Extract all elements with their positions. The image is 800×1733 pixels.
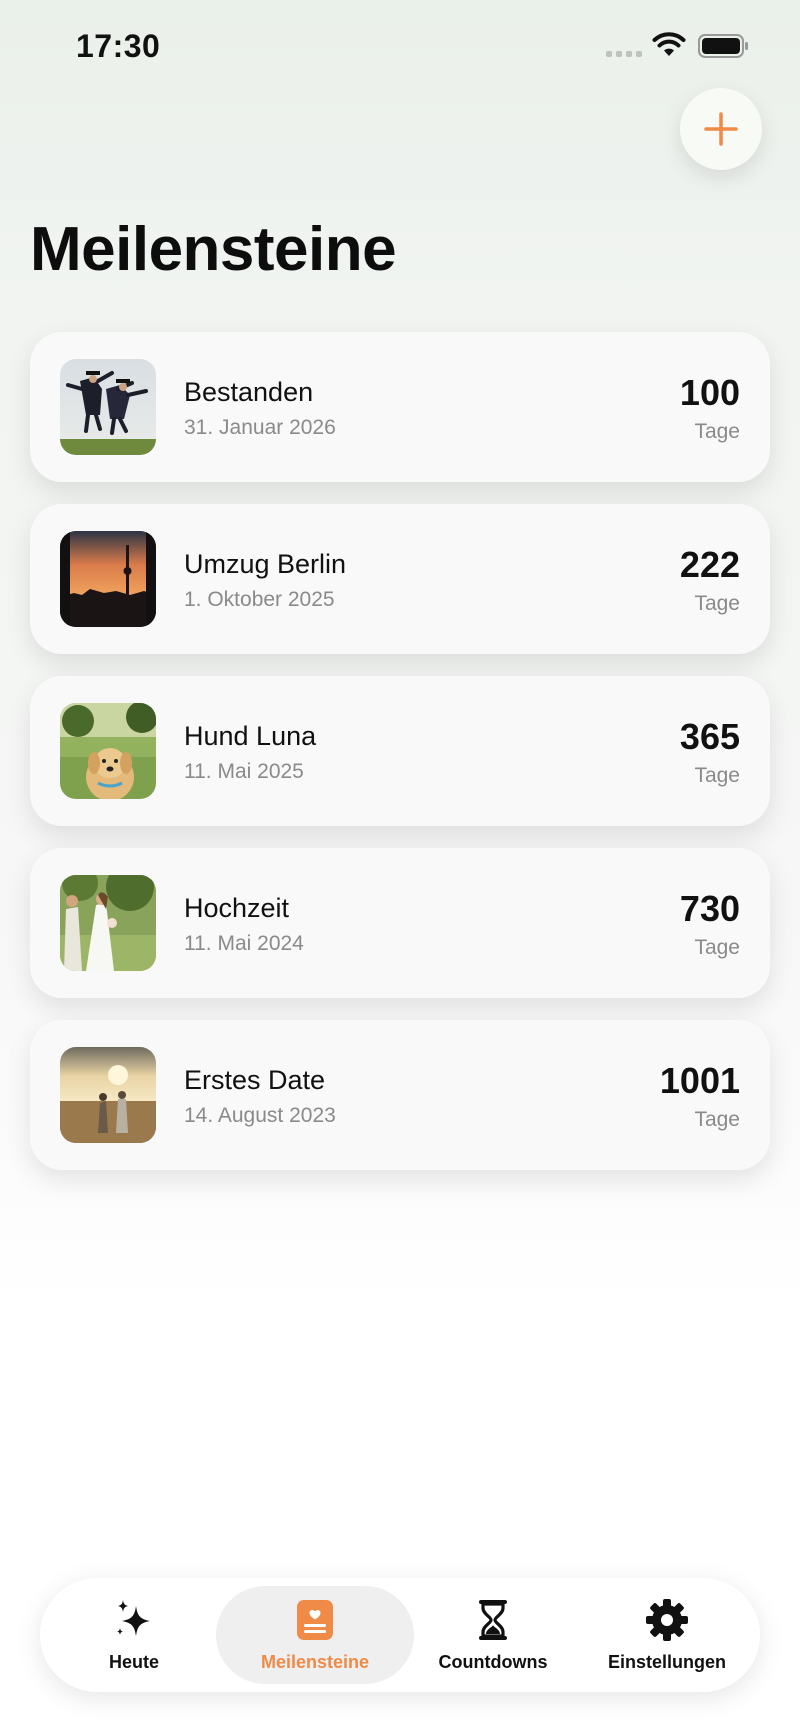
milestone-day-count: 100: [679, 372, 740, 413]
milestone-card[interactable]: Hochzeit 11. Mai 2024 730 Tage: [30, 848, 770, 998]
tab-bar: Heute Meilensteine Countdowns Einstellun…: [40, 1578, 760, 1692]
milestone-date: 31. Januar 2026: [184, 416, 336, 439]
graduation-photo: [60, 359, 156, 455]
status-time: 17:30: [76, 28, 161, 64]
milestone-card[interactable]: Hund Luna 11. Mai 2025 365 Tage: [30, 676, 770, 826]
battery-icon: [698, 34, 748, 58]
milestone-title: Hochzeit: [184, 893, 290, 923]
first-date-photo: [60, 1047, 156, 1143]
milestone-card[interactable]: Bestanden 31. Januar 2026 100 Tage: [30, 332, 770, 482]
milestone-day-count: 1001: [659, 1060, 740, 1101]
tab-label: Countdowns: [438, 1652, 548, 1672]
milestone-day-count: 730: [679, 888, 740, 929]
milestone-day-count: 365: [679, 716, 740, 757]
milestone-day-unit: Tage: [694, 936, 740, 959]
milestone-day-count: 222: [679, 544, 740, 585]
milestone-date: 11. Mai 2024: [184, 932, 304, 955]
milestone-title: Bestanden: [184, 377, 314, 407]
milestone-day-unit: Tage: [694, 764, 740, 787]
milestone-card[interactable]: Erstes Date 14. August 2023 1001 Tage: [30, 1020, 770, 1170]
milestone-date: 11. Mai 2025: [184, 760, 304, 783]
gear-icon: [645, 1598, 689, 1642]
milestone-title: Umzug Berlin: [184, 549, 347, 579]
dog-photo: [60, 703, 156, 799]
milestone-list: Bestanden 31. Januar 2026 100 Tage Umzug…: [30, 332, 770, 1192]
milestone-day-unit: Tage: [694, 1108, 740, 1131]
add-milestone-button[interactable]: [680, 88, 762, 170]
cellular-signal-icon: [606, 51, 642, 59]
milestone-date: 14. August 2023: [184, 1104, 336, 1127]
tab-label: Heute: [108, 1652, 159, 1672]
milestone-date: 1. Oktober 2025: [184, 588, 335, 611]
milestone-card-icon: [293, 1598, 337, 1642]
milestone-card[interactable]: Umzug Berlin 1. Oktober 2025 222 Tage: [30, 504, 770, 654]
status-bar: 17:30: [0, 0, 800, 90]
tab-meilensteine[interactable]: Meilensteine: [216, 1586, 414, 1684]
tab-label: Meilensteine: [260, 1652, 370, 1672]
tab-heute[interactable]: Heute: [74, 1586, 194, 1684]
page-title: Meilensteine: [30, 215, 397, 284]
wifi-icon: [652, 32, 686, 56]
berlin-sunset-photo: [60, 531, 156, 627]
milestone-day-unit: Tage: [694, 592, 740, 615]
milestone-title: Erstes Date: [184, 1065, 326, 1095]
hourglass-icon: [471, 1598, 515, 1642]
wedding-photo: [60, 875, 156, 971]
plus-icon: [704, 112, 738, 146]
milestone-day-unit: Tage: [694, 420, 740, 443]
sparkles-icon: [112, 1598, 156, 1642]
milestone-title: Hund Luna: [184, 721, 317, 751]
tab-einstellungen[interactable]: Einstellungen: [582, 1586, 752, 1684]
tab-countdowns[interactable]: Countdowns: [418, 1586, 568, 1684]
tab-label: Einstellungen: [607, 1652, 726, 1672]
